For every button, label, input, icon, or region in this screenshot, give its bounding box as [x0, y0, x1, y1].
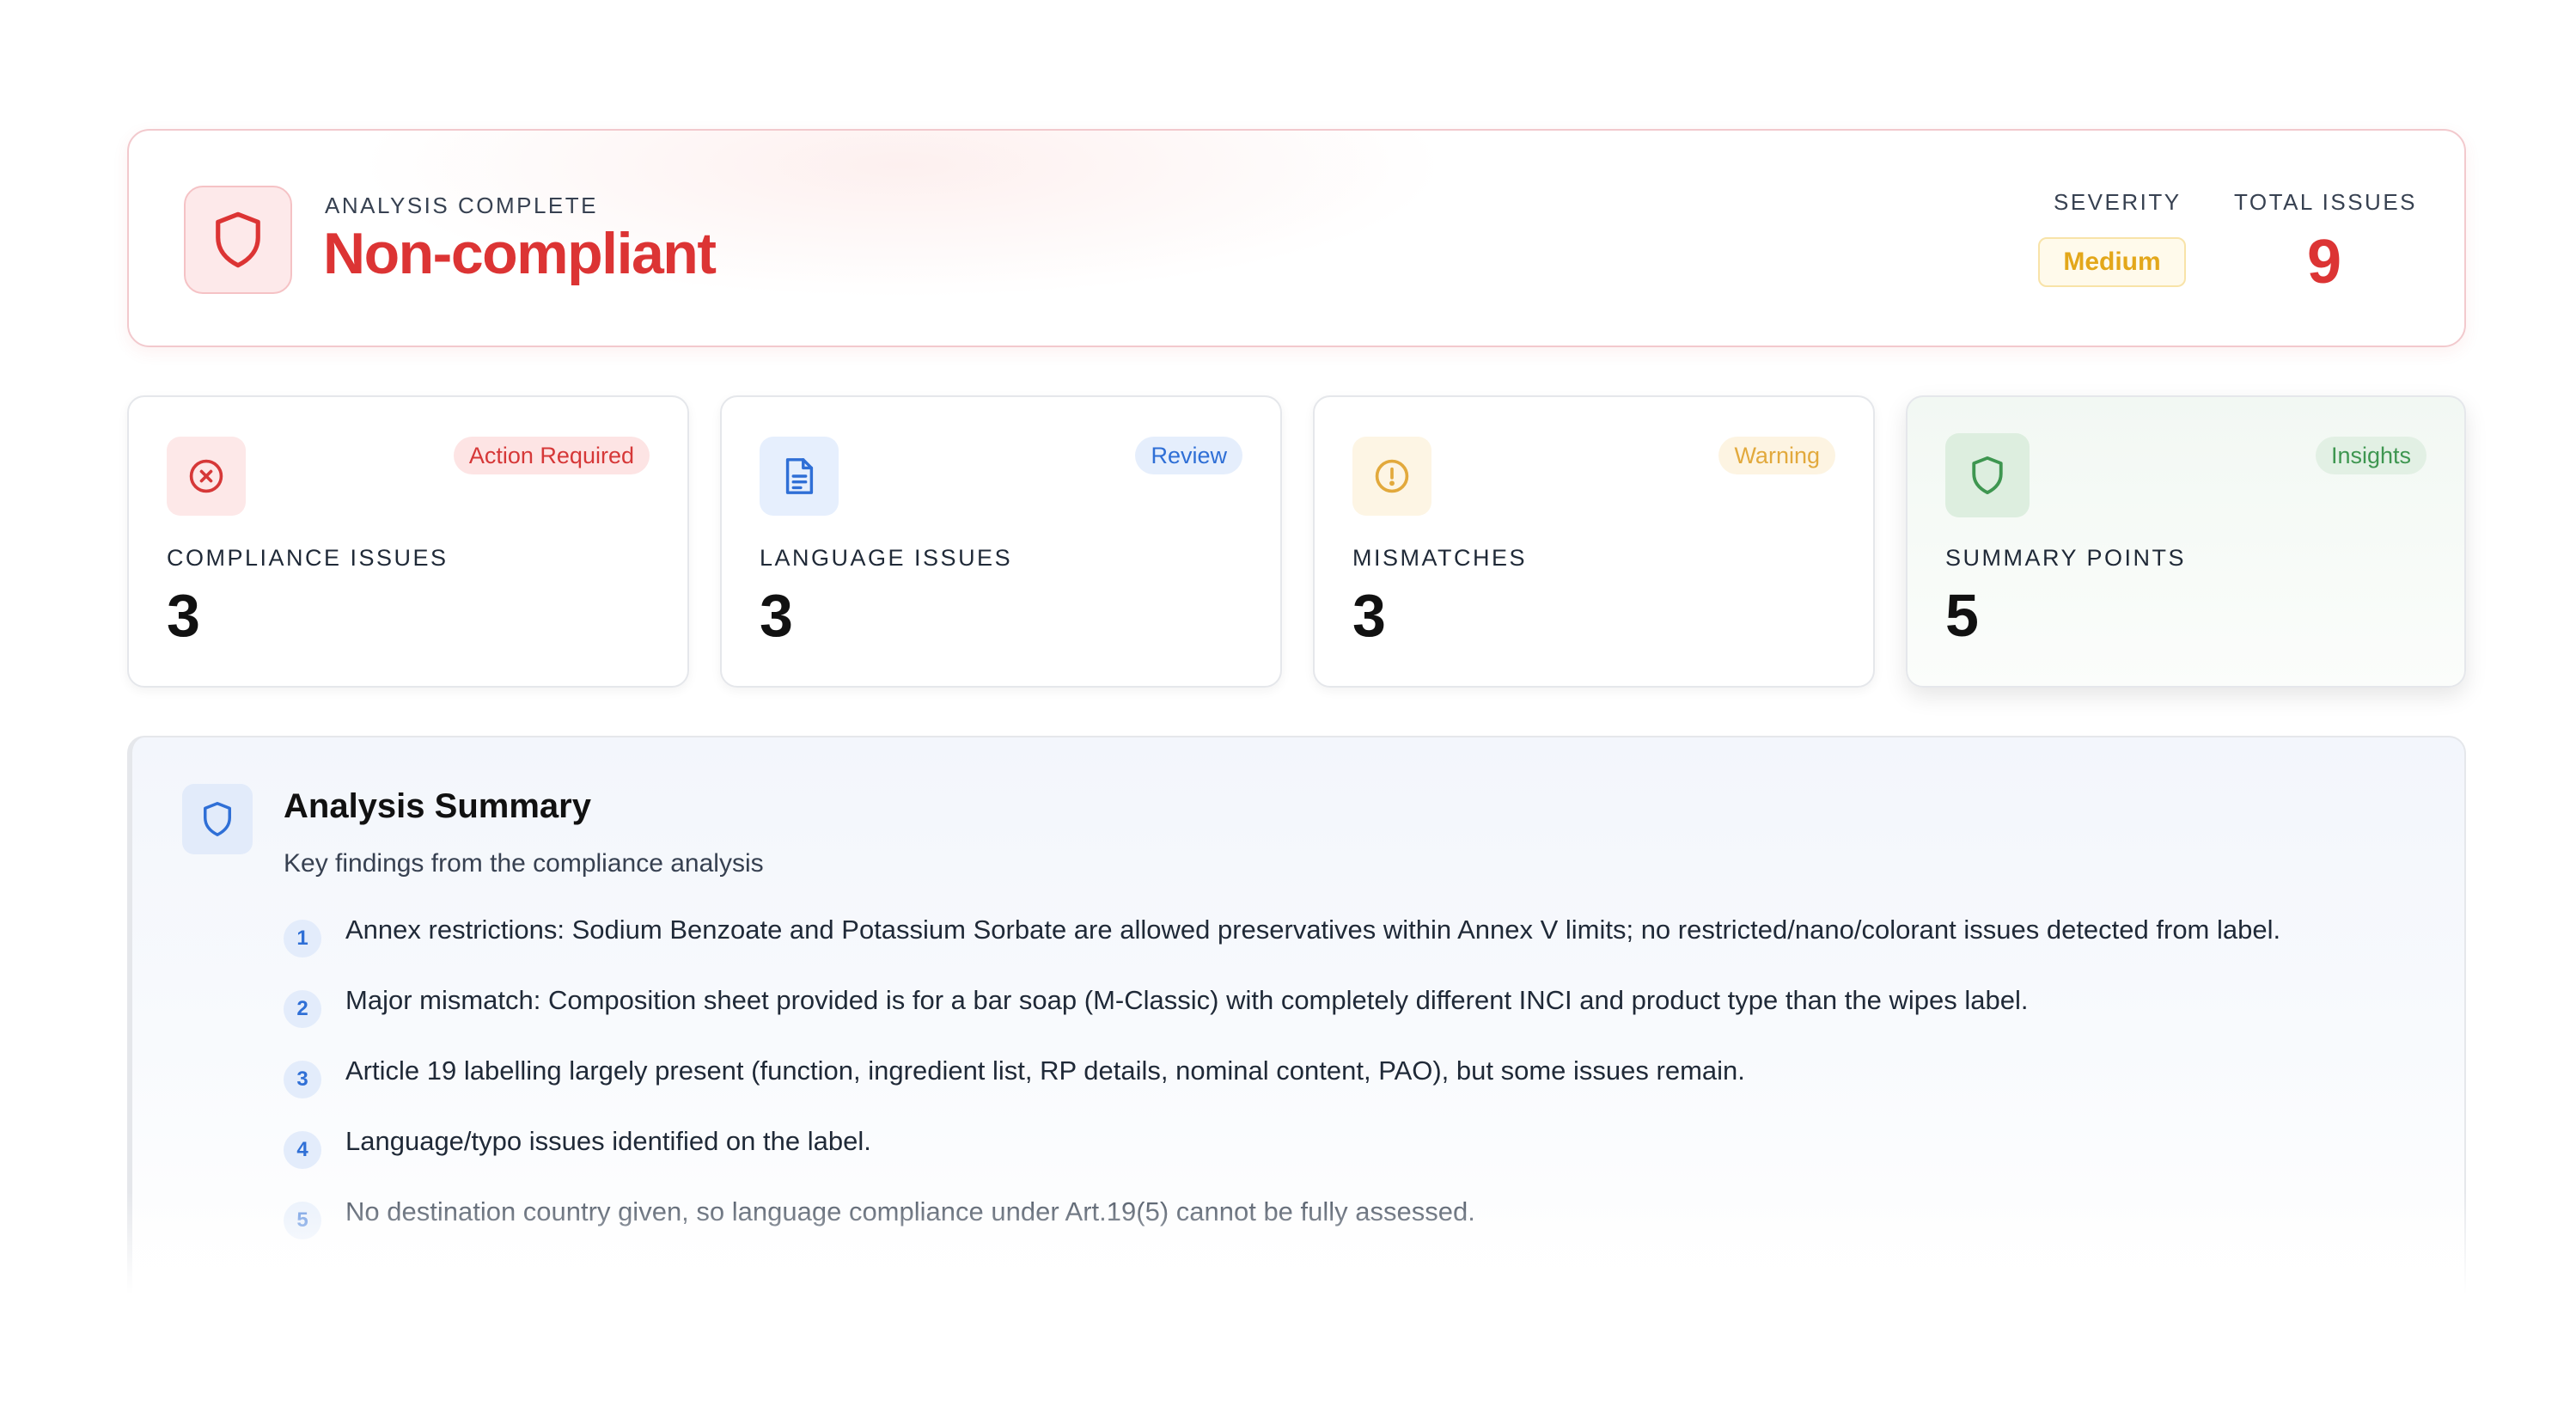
list-item: 4 Language/typo issues identified on the…	[284, 1117, 2280, 1188]
summary-title: Analysis Summary	[284, 787, 591, 825]
item-text: No destination country given, so languag…	[345, 1196, 1475, 1227]
review-badge: Review	[1135, 437, 1242, 474]
insights-badge: Insights	[2315, 437, 2426, 474]
stat-value: 5	[1945, 582, 1979, 649]
severity-badge: Medium	[2038, 237, 2186, 287]
compliance-status: Non-compliant	[323, 221, 717, 286]
mismatches-card[interactable]: Warning MISMATCHES 3	[1313, 395, 1875, 688]
shield-icon	[1945, 433, 2030, 517]
stat-label: SUMMARY POINTS	[1945, 545, 2187, 571]
item-number-badge: 1	[284, 920, 321, 957]
severity-label: SEVERITY	[2054, 189, 2182, 215]
summary-points-card[interactable]: Insights SUMMARY POINTS 5	[1906, 395, 2466, 688]
item-number-badge: 5	[284, 1202, 321, 1239]
action-required-badge: Action Required	[453, 437, 650, 474]
shield-icon	[184, 186, 292, 294]
stat-value: 3	[760, 582, 793, 649]
total-issues-label: TOTAL ISSUES	[2234, 189, 2418, 215]
analysis-status-card: ANALYSIS COMPLETE Non-compliant SEVERITY…	[127, 129, 2466, 347]
list-item: 2 Major mismatch: Composition sheet prov…	[284, 976, 2280, 1047]
total-issues-value: 9	[2306, 228, 2342, 297]
shield-icon	[182, 784, 253, 854]
summary-subtitle: Key findings from the compliance analysi…	[284, 849, 764, 878]
summary-list: 1 Annex restrictions: Sodium Benzoate an…	[284, 906, 2280, 1258]
item-number-badge: 4	[284, 1131, 321, 1169]
stat-value: 3	[1352, 582, 1386, 649]
analysis-summary-panel: Analysis Summary Key findings from the c…	[127, 736, 2466, 1294]
x-circle-icon	[167, 437, 246, 516]
item-text: Language/typo issues identified on the l…	[345, 1126, 871, 1156]
list-item: 1 Annex restrictions: Sodium Benzoate an…	[284, 906, 2280, 976]
document-icon	[760, 437, 839, 516]
language-issues-card[interactable]: Review LANGUAGE ISSUES 3	[720, 395, 1282, 688]
alert-circle-icon	[1352, 437, 1431, 516]
item-text: Annex restrictions: Sodium Benzoate and …	[345, 915, 2281, 945]
stat-label: LANGUAGE ISSUES	[760, 545, 1013, 571]
compliance-dashboard: ANALYSIS COMPLETE Non-compliant SEVERITY…	[0, 0, 2576, 1401]
analysis-eyebrow: ANALYSIS COMPLETE	[325, 193, 598, 218]
item-text: Major mismatch: Composition sheet provid…	[345, 985, 2029, 1015]
compliance-issues-card[interactable]: Action Required COMPLIANCE ISSUES 3	[127, 395, 689, 688]
warning-badge: Warning	[1718, 437, 1835, 474]
item-number-badge: 2	[284, 990, 321, 1028]
stat-value: 3	[167, 582, 200, 649]
list-item: 3 Article 19 labelling largely present (…	[284, 1047, 2280, 1117]
stat-label: COMPLIANCE ISSUES	[167, 545, 449, 571]
item-number-badge: 3	[284, 1061, 321, 1098]
stat-label: MISMATCHES	[1352, 545, 1528, 571]
list-item: 5 No destination country given, so langu…	[284, 1188, 2280, 1258]
item-text: Article 19 labelling largely present (fu…	[345, 1055, 1745, 1086]
